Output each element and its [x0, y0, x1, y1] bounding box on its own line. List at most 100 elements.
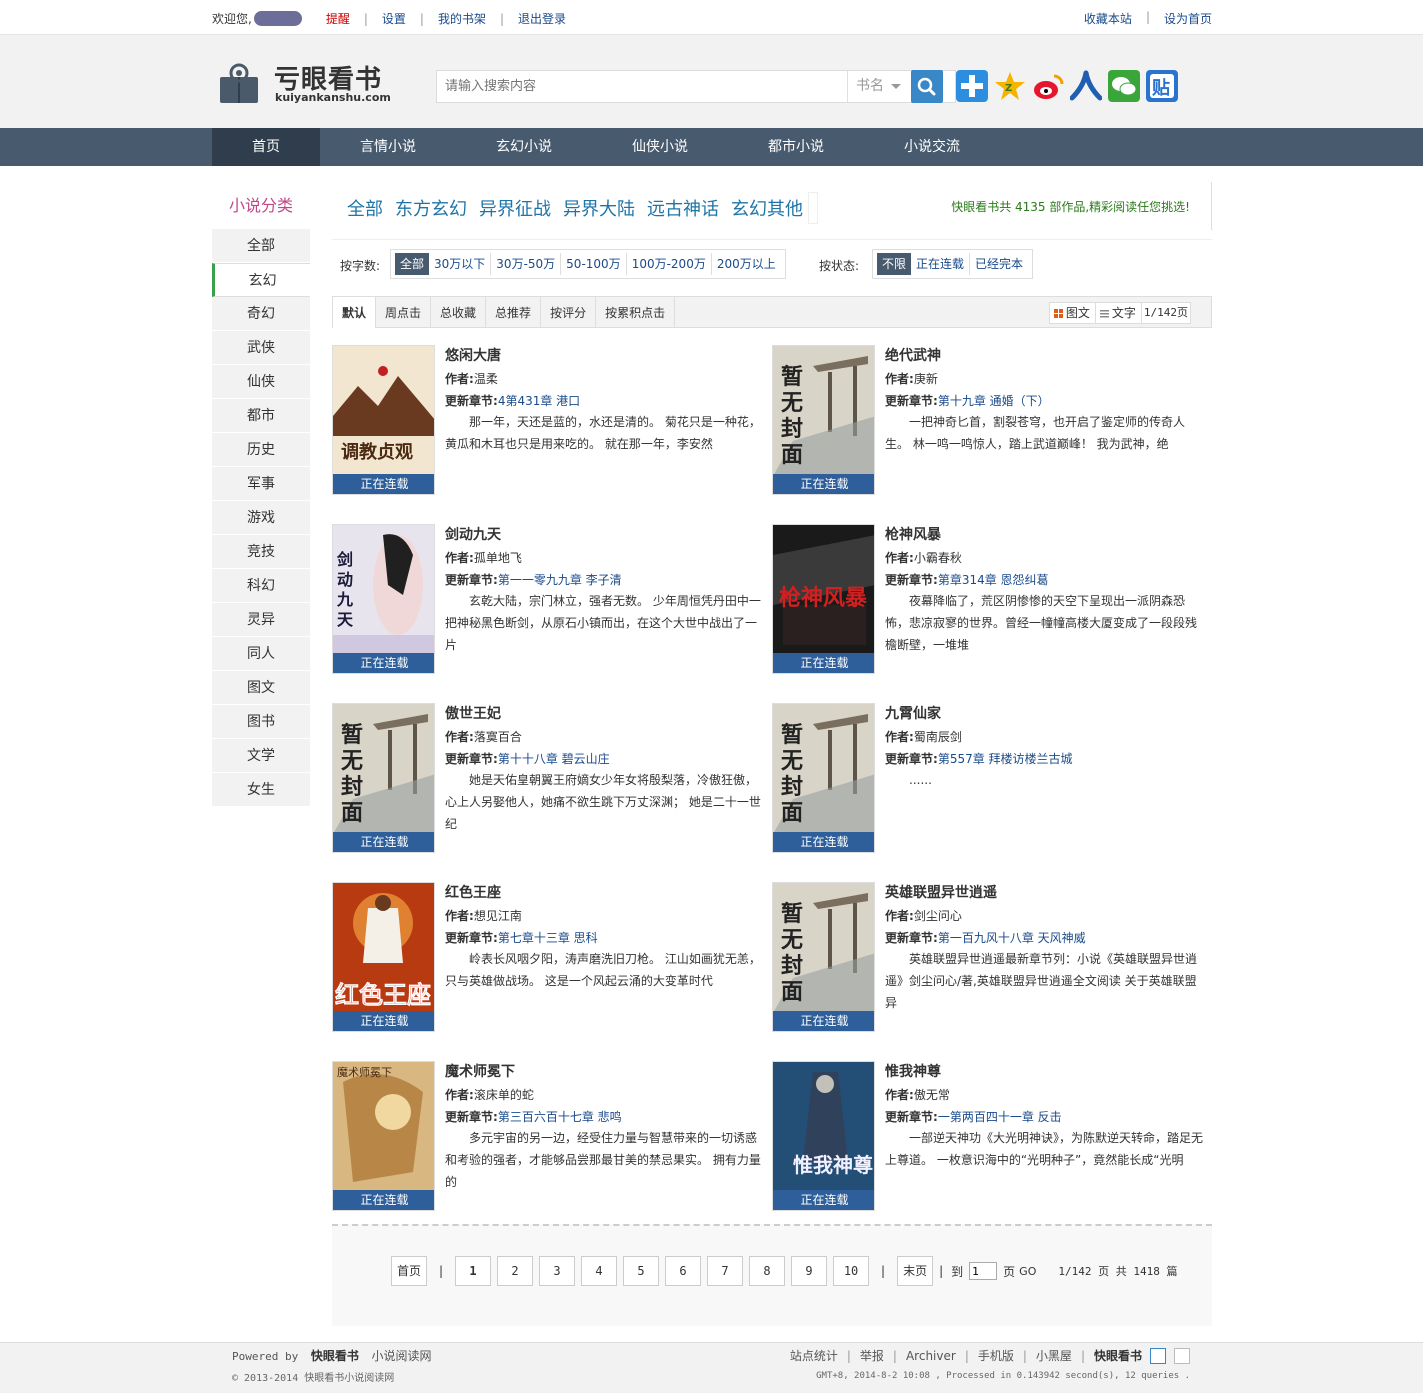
remind-link[interactable]: 提醒 — [326, 10, 350, 27]
nav-romance[interactable]: 言情小说 — [320, 128, 456, 166]
sidebar-item[interactable]: 奇幻 — [212, 297, 310, 331]
word-filter-option[interactable]: 200万以上 — [712, 253, 781, 275]
first-page-button[interactable]: 首页 — [391, 1256, 427, 1286]
book-cover[interactable]: 惟我神尊 正在连载 — [772, 1061, 875, 1211]
word-filter-option[interactable]: 30万-50万 — [491, 253, 562, 275]
status-filter-option[interactable]: 不限 — [877, 253, 912, 275]
page-number-button[interactable]: 3 — [539, 1256, 576, 1286]
logout-link[interactable]: 退出登录 — [518, 10, 566, 27]
page-number-button[interactable]: 10 — [833, 1256, 870, 1286]
book-cover[interactable]: 枪神风暴 正在连载 — [772, 524, 875, 674]
footer-link[interactable]: 举报 — [860, 1347, 884, 1364]
sidebar-item[interactable]: 仙侠 — [212, 365, 310, 399]
book-title[interactable]: 魔术师冕下 — [445, 1061, 765, 1083]
sidebar-item[interactable]: 军事 — [212, 467, 310, 501]
page-number-button[interactable]: 8 — [749, 1256, 786, 1286]
sidebar-item[interactable]: 武侠 — [212, 331, 310, 365]
word-filter-option[interactable]: 全部 — [395, 253, 430, 275]
latest-chapter-link[interactable]: 第七章十三章 思科 — [498, 931, 598, 945]
status-filter-option[interactable]: 已经完本 — [970, 253, 1028, 275]
book-author[interactable]: 蜀南辰剑 — [914, 730, 962, 744]
latest-chapter-link[interactable]: 第章314章 恩怨纠葛 — [938, 573, 1049, 587]
latest-chapter-link[interactable]: 第557章 拜楼访楼兰古城 — [938, 752, 1073, 766]
nav-forum[interactable]: 小说交流 — [864, 128, 1000, 166]
my-bookshelf-link[interactable]: 我的书架 — [438, 10, 486, 27]
sort-tab[interactable]: 总收藏 — [431, 297, 487, 328]
footer-link[interactable]: Archiver — [906, 1349, 956, 1363]
book-title[interactable]: 惟我神尊 — [885, 1061, 1205, 1083]
book-title[interactable]: 悠闲大唐 — [445, 345, 765, 367]
word-filter-option[interactable]: 100万-200万 — [627, 253, 712, 275]
book-author[interactable]: 滚床单的蛇 — [474, 1088, 534, 1102]
book-author[interactable]: 傲无常 — [914, 1088, 950, 1102]
latest-chapter-link[interactable]: 第一一零九九章 李子清 — [498, 573, 622, 587]
sidebar-item[interactable]: 科幻 — [212, 569, 310, 603]
book-cover[interactable]: 暂无封面正在连载 — [772, 882, 875, 1032]
share-plus-icon[interactable] — [956, 70, 988, 102]
latest-chapter-link[interactable]: 第十十八章 碧云山庄 — [498, 752, 610, 766]
book-title[interactable]: 九霄仙家 — [885, 703, 1205, 725]
search-button[interactable] — [911, 70, 943, 103]
sort-tab[interactable]: 总推荐 — [486, 297, 542, 328]
sidebar-item[interactable]: 历史 — [212, 433, 310, 467]
book-author[interactable]: 孤单地飞 — [474, 551, 522, 565]
book-cover[interactable]: 魔术师冕下 正在连载 — [332, 1061, 435, 1211]
subcategory-link[interactable]: 玄幻其他 — [731, 195, 803, 221]
footer-link[interactable]: 小黑屋 — [1036, 1347, 1072, 1364]
sidebar-item[interactable]: 女生 — [212, 773, 310, 807]
subcategory-link[interactable]: 东方玄幻 — [395, 195, 467, 221]
last-page-button[interactable]: 末页 — [897, 1256, 934, 1286]
go-button[interactable]: GO — [1019, 1265, 1036, 1278]
subcategory-link[interactable]: 异界征战 — [479, 195, 551, 221]
renren-icon[interactable] — [1069, 70, 1103, 102]
page-number-button[interactable]: 1 — [455, 1256, 492, 1286]
footer-subname[interactable]: 小说阅读网 — [372, 1349, 432, 1363]
book-title[interactable]: 红色王座 — [445, 882, 765, 904]
search-input[interactable] — [437, 71, 847, 102]
book-cover[interactable]: 暂无封面正在连载 — [332, 703, 435, 853]
word-filter-option[interactable]: 50-100万 — [561, 253, 627, 275]
page-number-button[interactable]: 7 — [707, 1256, 744, 1286]
book-cover[interactable]: 红色王座 正在连载 — [332, 882, 435, 1032]
username-redacted[interactable] — [253, 11, 302, 26]
latest-chapter-link[interactable]: 4第431章 港口 — [498, 394, 580, 408]
sidebar-item[interactable]: 全部 — [212, 229, 310, 263]
latest-chapter-link[interactable]: 一第两百四十一章 反击 — [938, 1110, 1062, 1124]
book-author[interactable]: 温柔 — [474, 372, 498, 386]
status-filter-option[interactable]: 正在连载 — [911, 253, 971, 275]
latest-chapter-link[interactable]: 第三百六百十七章 悲鸣 — [498, 1110, 622, 1124]
set-homepage-link[interactable]: 设为首页 — [1164, 10, 1212, 27]
book-cover[interactable]: 暂无封面正在连载 — [772, 703, 875, 853]
settings-link[interactable]: 设置 — [382, 10, 406, 27]
sort-tab[interactable]: 默认 — [333, 297, 377, 328]
site-logo[interactable]: 亏眼看书 kuiyankanshu.com — [218, 59, 408, 109]
book-cover[interactable]: 暂无封面正在连载 — [772, 345, 875, 495]
view-text[interactable]: 文字 — [1096, 303, 1142, 323]
search-type-select[interactable]: 书名 — [847, 71, 907, 102]
page-number-button[interactable]: 6 — [665, 1256, 702, 1286]
sidebar-item[interactable]: 灵异 — [212, 603, 310, 637]
sort-tab[interactable]: 周点击 — [376, 297, 432, 328]
sidebar-item[interactable]: 竞技 — [212, 535, 310, 569]
weibo-icon[interactable] — [1032, 70, 1064, 102]
latest-chapter-link[interactable]: 第十九章 通婚（下） — [938, 394, 1050, 408]
book-title[interactable]: 剑动九天 — [445, 524, 765, 546]
subcategory-link[interactable]: 远古神话 — [647, 195, 719, 221]
goto-page-input[interactable] — [969, 1262, 998, 1280]
book-cover[interactable]: 调教贞观 正在连载 — [332, 345, 435, 495]
nav-urban[interactable]: 都市小说 — [728, 128, 864, 166]
wechat-icon[interactable] — [1108, 70, 1140, 102]
sort-tab[interactable]: 按累积点击 — [596, 297, 676, 328]
footer-link[interactable]: 站点统计 — [790, 1347, 838, 1364]
cnzz-badge-icon[interactable] — [1174, 1347, 1190, 1364]
sidebar-item[interactable]: 图文 — [212, 671, 310, 705]
book-author[interactable]: 落寞百合 — [474, 730, 522, 744]
footer-link[interactable]: 手机版 — [978, 1347, 1014, 1364]
nav-xianxia[interactable]: 仙侠小说 — [592, 128, 728, 166]
nav-fantasy[interactable]: 玄幻小说 — [456, 128, 592, 166]
subcategory-link[interactable]: 异界大陆 — [563, 195, 635, 221]
book-title[interactable]: 英雄联盟异世逍遥 — [885, 882, 1205, 904]
book-title[interactable]: 傲世王妃 — [445, 703, 765, 725]
page-number-button[interactable]: 5 — [623, 1256, 660, 1286]
sidebar-item[interactable]: 同人 — [212, 637, 310, 671]
